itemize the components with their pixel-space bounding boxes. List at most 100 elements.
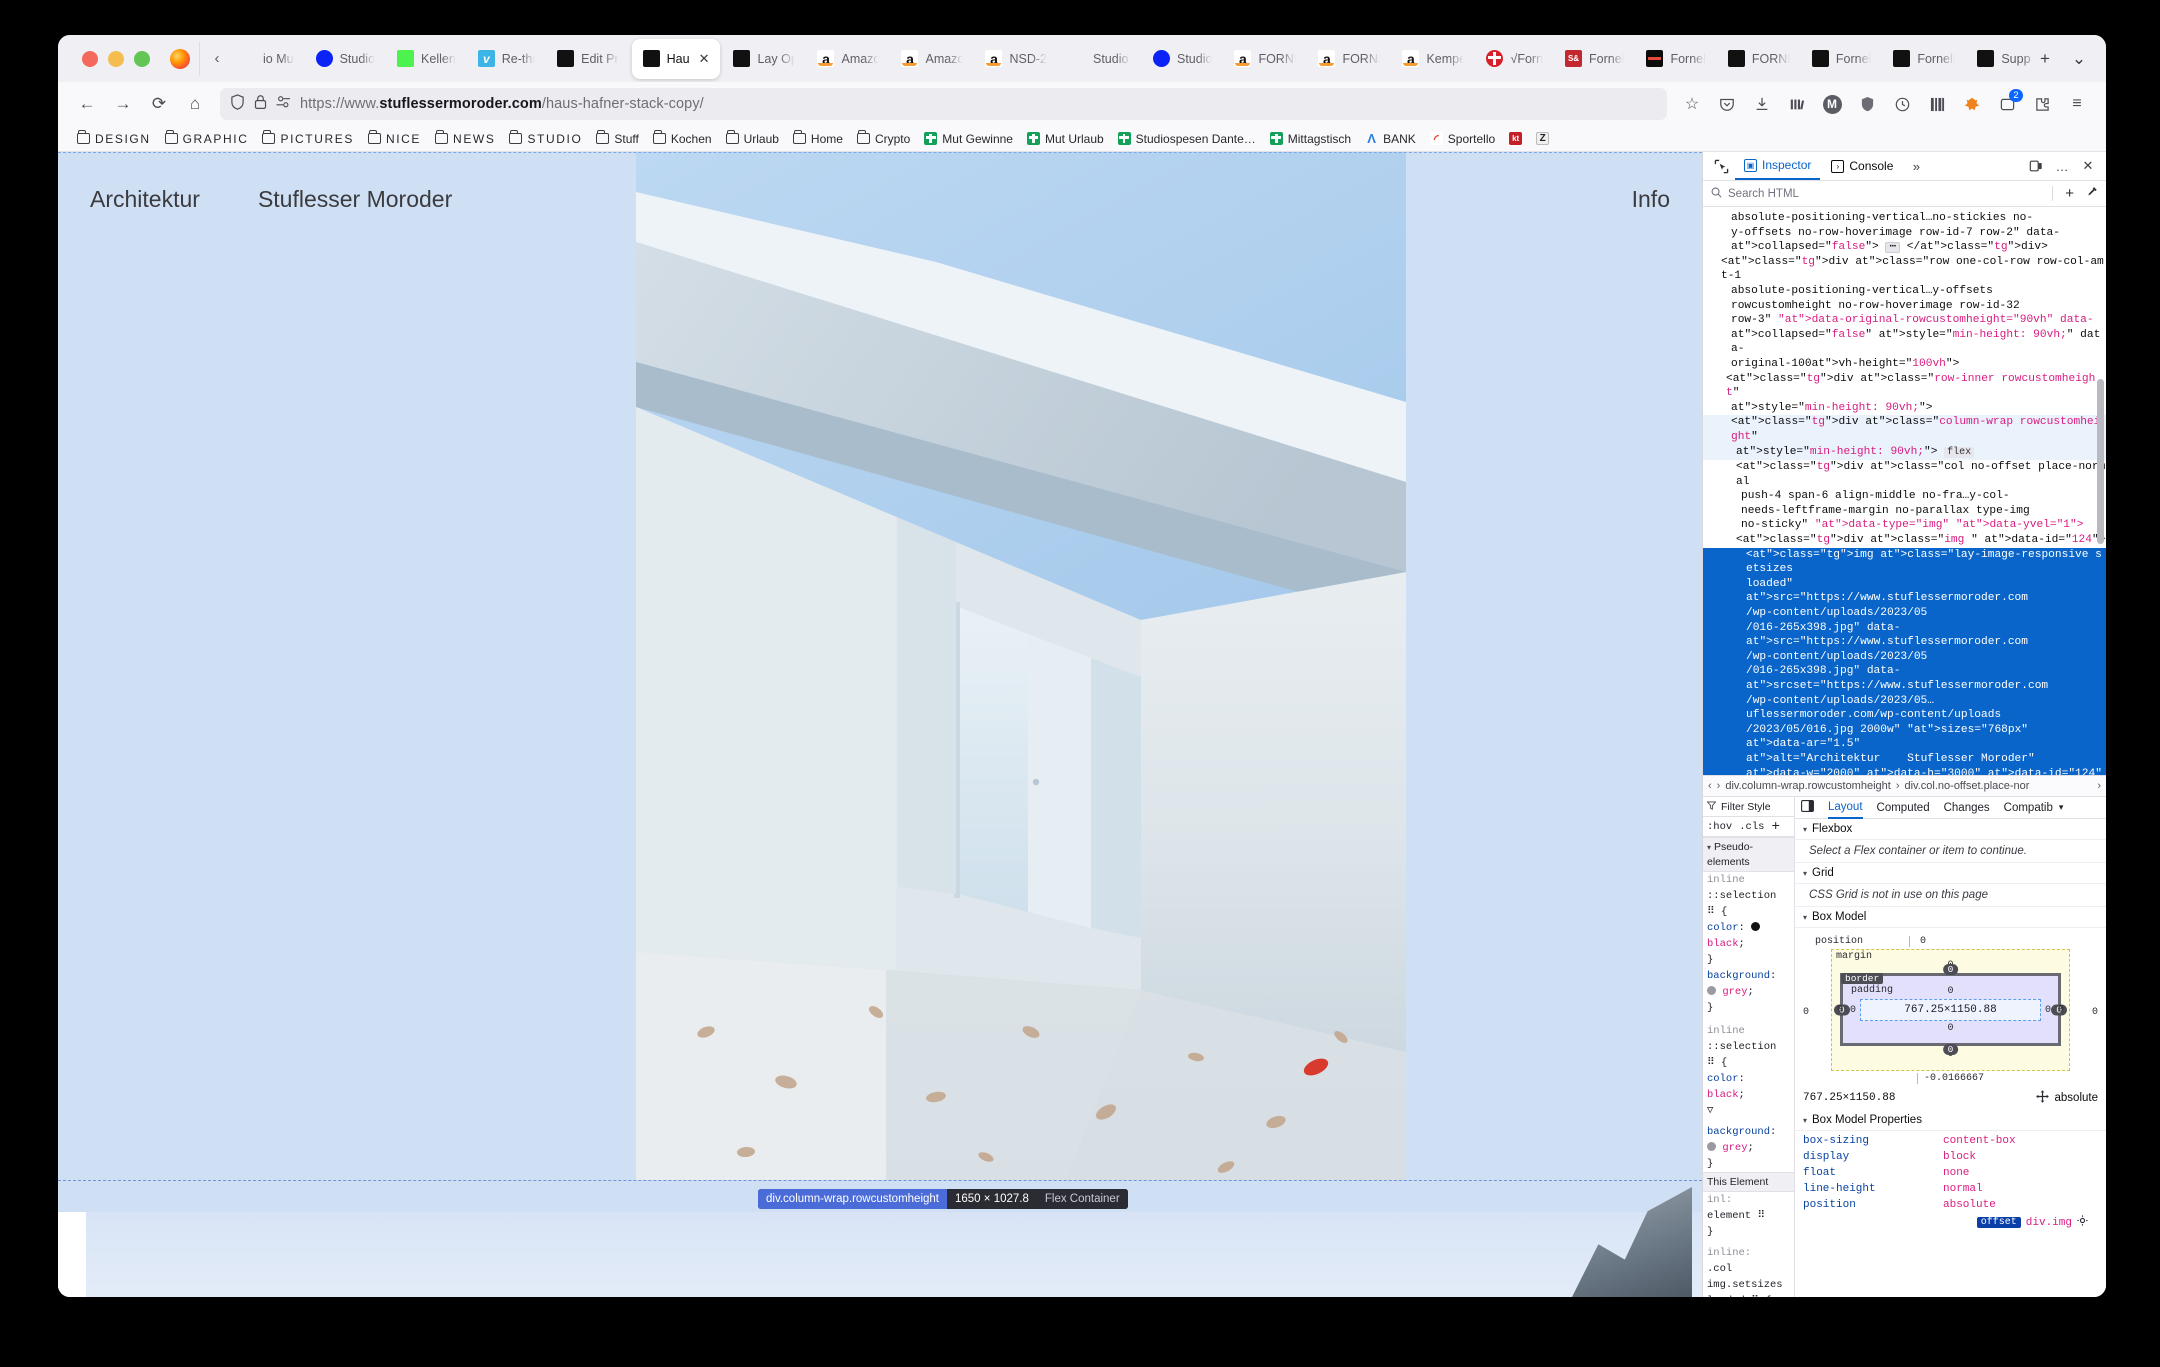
this-element-section[interactable]: This Element [1703, 1172, 1794, 1192]
markup-line[interactable]: <at">class="tg">div at">class="img " at"… [1703, 533, 2106, 548]
browser-tab[interactable]: Studio [1142, 35, 1223, 82]
padding-right-value[interactable]: 0 [2045, 1005, 2051, 1016]
offset-target[interactable]: div.img [2026, 1217, 2072, 1229]
filter-style-placeholder[interactable]: Filter Style [1721, 800, 1771, 814]
bookmark-item[interactable]: NEWS [428, 130, 502, 148]
browser-tab[interactable]: Kellen [386, 35, 467, 82]
panel-toggle-icon[interactable] [1801, 800, 1814, 815]
permissions-icon[interactable] [276, 95, 291, 114]
bookmark-item[interactable]: ΛBANK [1358, 130, 1423, 148]
bookmark-item[interactable]: kt [1502, 130, 1529, 147]
browser-tab[interactable]: Lay Op [722, 35, 806, 82]
html-markup-view[interactable]: absolute-positioning-vertical…no-stickie… [1703, 207, 2106, 775]
markup-line[interactable]: <at">class="tg">div at">class="row-inner… [1703, 372, 2106, 401]
grid-icon[interactable] [1920, 87, 1954, 121]
bookmark-item[interactable]: GRAPHIC [158, 130, 256, 148]
markup-line[interactable]: rowcustomheight no-row-hoverimage row-id… [1703, 299, 2106, 314]
markup-line-selected[interactable]: /wp-content/uploads/2023/05 [1703, 650, 2106, 665]
markup-line[interactable]: no-sticky" "at">data-type="img" "at">dat… [1703, 518, 2106, 533]
box-model-diagram[interactable]: position 0 margin 0 border 0 [1795, 928, 2106, 1086]
pseudo-elements-section[interactable]: ▾ Pseudo-elements [1703, 837, 1794, 872]
bookmark-item[interactable]: Z [1529, 130, 1556, 147]
add-rule-button[interactable]: + [1771, 820, 1779, 834]
browser-tab[interactable]: √Forn [1475, 35, 1554, 82]
privacy-shield-icon[interactable] [1850, 87, 1884, 121]
address-bar[interactable]: https://www.stuflessermoroder.com/haus-h… [220, 88, 1667, 120]
dock-icon[interactable] [2024, 155, 2048, 177]
back-button[interactable]: ← [70, 87, 104, 121]
bookmark-item[interactable]: Mut Gewinne [917, 130, 1020, 148]
home-button[interactable]: ⌂ [178, 87, 212, 121]
markup-line[interactable]: absolute-positioning-vertical…no-stickie… [1703, 211, 2106, 226]
markup-line-selected[interactable]: uflessermoroder.com/wp-content/uploads [1703, 708, 2106, 723]
browser-tab[interactable]: Edit Pr [546, 35, 630, 82]
library-icon[interactable] [1780, 87, 1814, 121]
bookmark-item[interactable]: Stuff [589, 130, 645, 148]
breadcrumb-scroll-left[interactable]: ‹ [1708, 780, 1712, 792]
bookmark-item[interactable]: Mittagstisch [1263, 130, 1358, 148]
markup-line[interactable]: absolute-positioning-vertical…y-offsets [1703, 284, 2106, 299]
subtab-overflow-icon[interactable]: ▾ [2059, 802, 2064, 813]
padding-bottom-value[interactable]: 0 [1850, 1023, 2051, 1034]
element-picker-icon[interactable] [1709, 155, 1733, 177]
border-top-value[interactable]: 0 [1943, 964, 1959, 975]
breadcrumb-item-0[interactable]: div.column-wrap.rowcustomheight [1725, 780, 1890, 792]
browser-tab[interactable]: Studio [305, 35, 386, 82]
markup-line[interactable]: at">collapsed="false"> ⋯ </at">class="tg… [1703, 240, 2106, 255]
browser-tab[interactable]: aFORNE [1307, 35, 1391, 82]
fox-extension-icon[interactable] [1955, 87, 1989, 121]
margin-right-value[interactable]: 0 [2058, 1005, 2064, 1016]
bookmark-item[interactable]: Home [786, 130, 850, 148]
markup-line[interactable]: needs-leftframe-margin no-parallax type-… [1703, 504, 2106, 519]
markup-line[interactable]: y-offsets no-row-hoverimage row-id-7 row… [1703, 226, 2106, 241]
browser-tab[interactable]: aFORNE [1223, 35, 1307, 82]
shield-icon[interactable] [230, 94, 245, 115]
maximize-window-button[interactable] [134, 51, 150, 67]
browser-tab[interactable]: S&Fornel [1554, 35, 1635, 82]
markup-line-selected[interactable]: at">src="https://www.stuflessermoroder.c… [1703, 591, 2106, 606]
markup-line[interactable]: original-100at">vh-height="100vh"> [1703, 357, 2106, 372]
account-icon[interactable]: M [1815, 87, 1849, 121]
close-window-button[interactable] [82, 51, 98, 67]
browser-tab[interactable]: Studio Mu [1058, 35, 1142, 82]
markup-line-selected[interactable]: <at">class="tg">img at">class="lay-image… [1703, 548, 2106, 577]
browser-tab[interactable]: vRe-thi [467, 35, 546, 82]
add-node-button[interactable]: + [2065, 185, 2074, 202]
markup-line-selected[interactable]: at">data-ar="1.5" [1703, 737, 2106, 752]
subtab-compatibility[interactable]: Compatib [2004, 802, 2053, 814]
app-menu-button[interactable]: ≡ [2060, 87, 2094, 121]
gear-icon[interactable] [2077, 1215, 2088, 1230]
pocket-icon[interactable] [1710, 87, 1744, 121]
markup-line-selected[interactable]: /016-265x398.jpg" data- [1703, 621, 2106, 636]
window-controls[interactable] [68, 51, 166, 67]
bookmark-item[interactable]: STUDIO [502, 130, 589, 148]
markup-line[interactable]: <at">class="tg">div at">class="column-wr… [1703, 415, 2106, 444]
lock-icon[interactable] [254, 94, 267, 115]
markup-line-selected[interactable]: at">data-w="2000" at">data-h="3000" at">… [1703, 767, 2106, 775]
new-tab-button[interactable]: + [2030, 44, 2060, 74]
margin-left-value[interactable]: 0 [1837, 1005, 1843, 1016]
grid-section-header[interactable]: ▾ Grid [1795, 863, 2106, 884]
box-model-content-size[interactable]: 767.25×1150.88 [1860, 999, 2041, 1021]
markup-line[interactable]: row-3" "at">data-original-rowcustomheigh… [1703, 313, 2106, 328]
scroll-tabs-left-button[interactable]: ‹ [206, 50, 228, 67]
markup-line[interactable]: push-4 span-6 align-middle no-fra…y-col- [1703, 489, 2106, 504]
browser-tab[interactable]: Suppo [1966, 35, 2030, 82]
markup-line-selected[interactable]: loaded" [1703, 577, 2106, 592]
tab-console[interactable]: › Console [1822, 152, 1902, 180]
breadcrumb-scroll-right[interactable]: › [2097, 780, 2101, 792]
border-bottom-value[interactable]: 0 [1943, 1044, 1959, 1055]
hero-image[interactable] [636, 152, 1406, 1180]
browser-tab[interactable]: aNSD-2 [974, 35, 1058, 82]
subtab-computed[interactable]: Computed [1877, 802, 1930, 814]
position-right-value[interactable]: 0 [2092, 1007, 2098, 1018]
box-model-properties-header[interactable]: ▾ Box Model Properties [1795, 1110, 2106, 1131]
bookmark-item[interactable]: DESIGN [70, 130, 158, 148]
browser-tab[interactable]: Fornell [1882, 35, 1966, 82]
container-tabs-icon[interactable]: 2 [1990, 87, 2024, 121]
position-bottom-value[interactable]: -0.0166667 [1924, 1073, 1984, 1084]
bookmark-item[interactable]: Studiospesen Dante… [1111, 130, 1263, 148]
bookmark-item[interactable]: Kochen [646, 130, 719, 148]
bookmark-item[interactable]: Crypto [850, 130, 917, 148]
tab-inspector[interactable]: ▣ Inspector [1735, 152, 1820, 180]
